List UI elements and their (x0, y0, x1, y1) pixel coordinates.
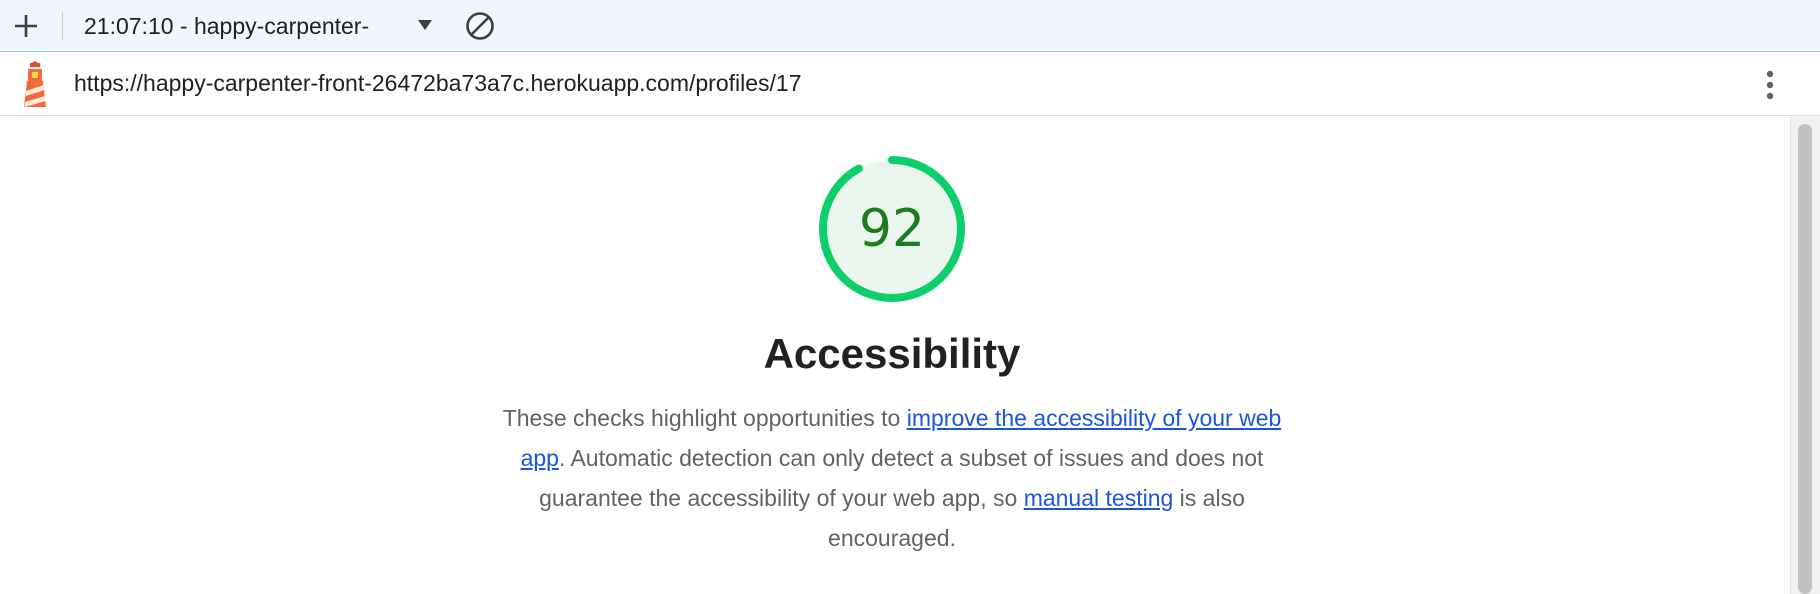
lighthouse-icon (18, 61, 52, 109)
vertical-scrollbar[interactable] (1790, 116, 1820, 594)
url-bar: https://happy-carpenter-front-26472ba73a… (0, 53, 1820, 116)
report-toolbar: 21:07:10 - happy-carpenter- (0, 0, 1820, 52)
page-url: https://happy-carpenter-front-26472ba73a… (74, 70, 802, 96)
plus-icon[interactable] (12, 12, 40, 40)
report-title: 21:07:10 - happy-carpenter- (84, 13, 370, 39)
report-content: 92 Accessibility These checks highlight … (0, 116, 1790, 594)
description-text: These checks highlight opportunities to (502, 405, 907, 431)
manual-testing-link[interactable]: manual testing (1024, 485, 1174, 511)
category-title: Accessibility (763, 330, 1021, 377)
report-selector[interactable]: 21:07:10 - happy-carpenter- (84, 10, 404, 42)
category-description: These checks highlight opportunities to … (482, 398, 1302, 558)
scrollbar-thumb[interactable] (1798, 124, 1812, 594)
score-value: 92 (858, 199, 926, 259)
block-icon[interactable] (464, 10, 496, 42)
caret-down-icon[interactable] (416, 18, 434, 32)
kebab-menu-icon[interactable] (1756, 67, 1784, 103)
toolbar-divider (62, 12, 63, 40)
